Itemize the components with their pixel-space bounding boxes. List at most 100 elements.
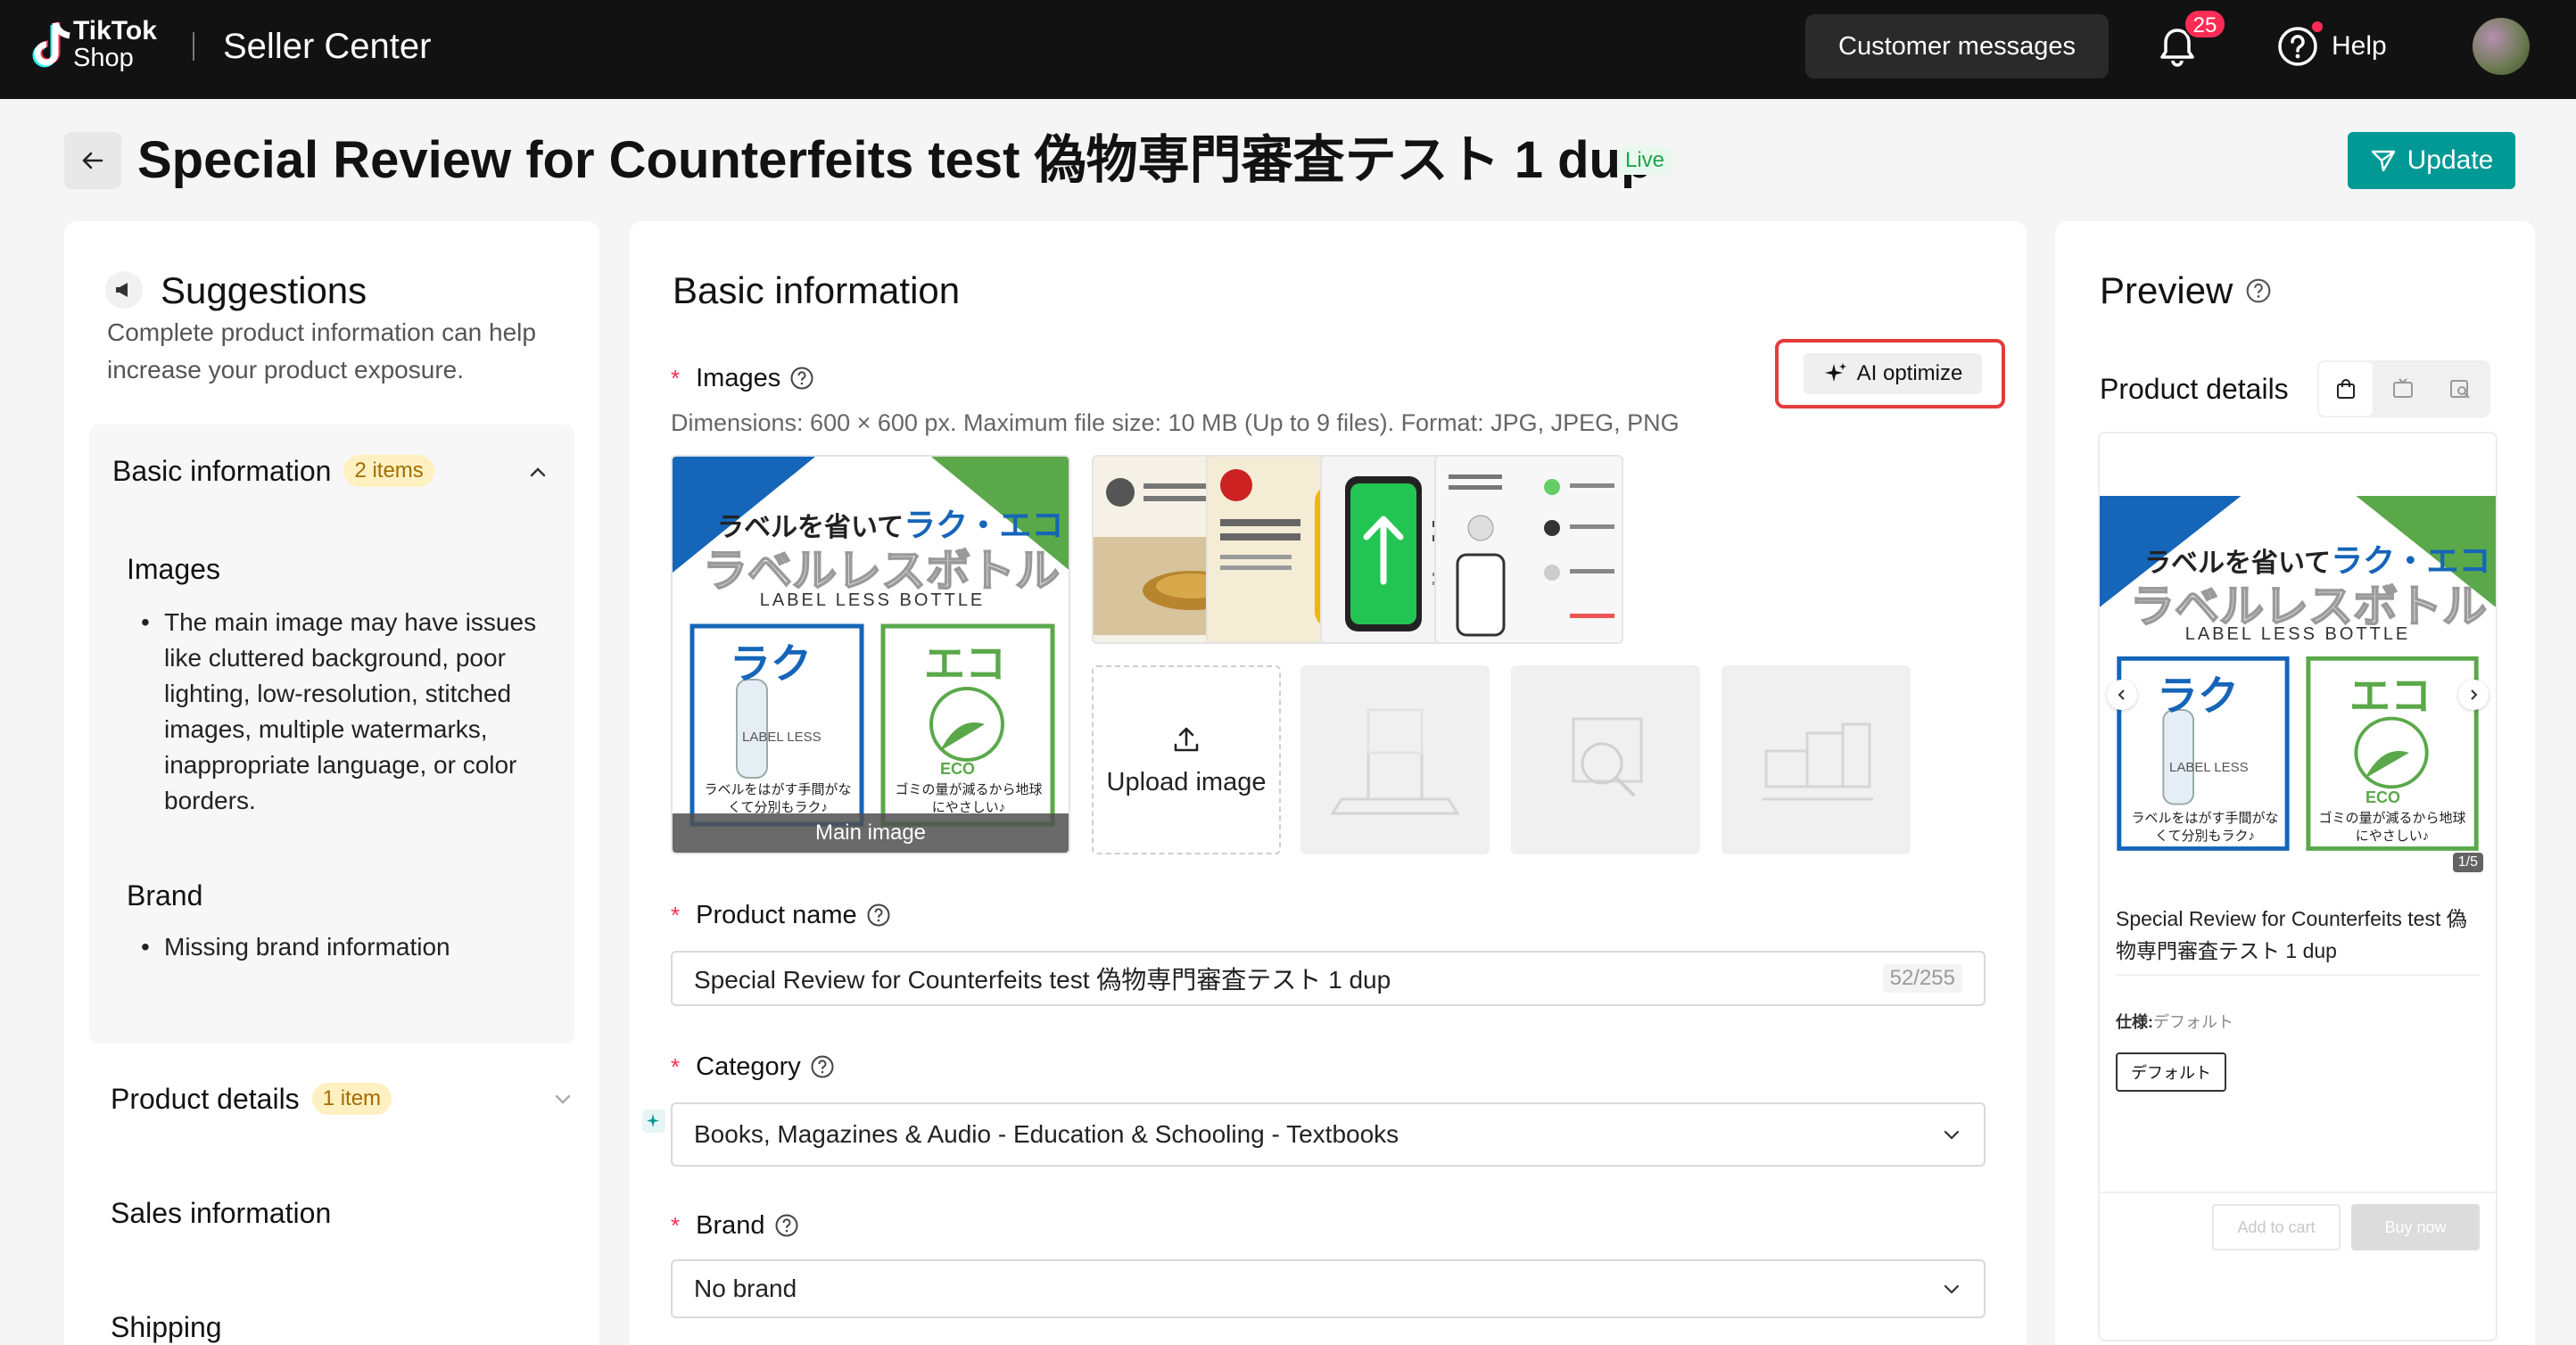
image-raku: ラク bbox=[2157, 672, 2239, 719]
category-value: Books, Magazines & Audio - Education & S… bbox=[694, 1120, 1399, 1148]
section-label: Basic information bbox=[112, 455, 332, 487]
upload-image-button[interactable]: Upload image bbox=[1092, 665, 1281, 854]
question-icon[interactable] bbox=[789, 366, 814, 391]
preview-title-text: Preview bbox=[2100, 269, 2233, 311]
update-label: Update bbox=[2407, 145, 2494, 175]
brand-label: * Brand bbox=[671, 1208, 799, 1243]
chevron-left-icon bbox=[2118, 689, 2125, 700]
ai-optimize-label: AI optimize bbox=[1856, 361, 1963, 385]
preview-main-image[interactable]: ラベルを省いてラク・エコ ラベルレスボトル LABEL LESS BOTTLE … bbox=[2100, 496, 2496, 879]
image-raku: ラク bbox=[730, 640, 812, 687]
image-en-title: LABEL LESS BOTTLE bbox=[759, 590, 986, 610]
count-badge: 1 item bbox=[311, 1083, 392, 1115]
section-sales-information[interactable]: Sales information bbox=[111, 1193, 331, 1233]
main-image[interactable]: ラベルを省いてラク・エコ ラベルレスボトル LABEL LESS BOTTLE … bbox=[671, 455, 1070, 854]
carousel-next-button[interactable] bbox=[2458, 680, 2489, 710]
divider bbox=[2116, 974, 2480, 976]
divider bbox=[2100, 1192, 2496, 1193]
help-link[interactable]: Help bbox=[2332, 27, 2387, 66]
preview-card: ラベルを省いてラク・エコ ラベルレスボトル LABEL LESS BOTTLE … bbox=[2098, 432, 2498, 1341]
count-badge: 2 items bbox=[343, 455, 434, 487]
image-eco-tag: ECO bbox=[940, 760, 976, 778]
main-image-label: Main image bbox=[673, 813, 1069, 853]
question-icon[interactable] bbox=[2245, 277, 2272, 304]
image-raku-note: ラベルをはがす手間がなくて分別もラク♪ bbox=[2131, 811, 2279, 844]
back-button[interactable] bbox=[64, 132, 121, 189]
preview-spec: 仕様:デフォルト bbox=[2116, 1010, 2233, 1033]
image-slot-placeholder-inspect[interactable] bbox=[1511, 665, 1700, 854]
inspect-placeholder-icon bbox=[1572, 717, 1643, 797]
brand-tip: Missing brand information bbox=[141, 929, 542, 965]
images-heading: Images bbox=[127, 553, 220, 585]
send-icon bbox=[2371, 150, 2395, 172]
tab-product-details[interactable] bbox=[2317, 360, 2374, 417]
basic-information-title: Basic information bbox=[673, 269, 961, 311]
preview-title: Preview bbox=[2100, 268, 2272, 314]
preview-mode-tabs bbox=[2317, 360, 2490, 417]
brand-value: No brand bbox=[694, 1275, 797, 1302]
question-icon[interactable] bbox=[866, 903, 891, 928]
header-divider bbox=[193, 32, 194, 61]
image-en-title: LABEL LESS BOTTLE bbox=[2184, 624, 2411, 644]
logo-text: TikTok Shop bbox=[73, 16, 157, 72]
chevron-down-icon bbox=[1944, 1284, 1960, 1294]
ai-sparkle-icon[interactable] bbox=[642, 1110, 665, 1133]
shopping-bag-icon bbox=[2337, 379, 2355, 399]
page-title: Special Review for Counterfeits test 偽物専… bbox=[137, 131, 1653, 189]
question-icon[interactable] bbox=[774, 1213, 799, 1238]
preview-panel: Preview Product details ラベルを省いてラク・エコ ラベル… bbox=[2055, 221, 2535, 1345]
images-tip: The main image may have issues like clut… bbox=[141, 605, 542, 819]
airtag-image bbox=[1436, 457, 1622, 642]
section-product-details[interactable]: Product details 1 item bbox=[111, 1079, 574, 1118]
buy-now-button: Buy now bbox=[2351, 1204, 2480, 1250]
tab-live[interactable] bbox=[2374, 360, 2432, 417]
required-marker: * bbox=[671, 902, 681, 928]
preview-subtitle: Product details bbox=[2100, 373, 2289, 405]
brand-select[interactable]: No brand bbox=[671, 1259, 1986, 1318]
category-label: * Category bbox=[671, 1049, 835, 1085]
help-circle-icon[interactable] bbox=[2276, 25, 2319, 68]
ai-optimize-button[interactable]: AI optimize bbox=[1804, 353, 1982, 394]
chevron-up-icon[interactable] bbox=[526, 460, 549, 483]
suggestions-description: Complete product information can help in… bbox=[107, 318, 536, 384]
section-shipping[interactable]: Shipping bbox=[111, 1308, 222, 1345]
avatar[interactable] bbox=[2473, 18, 2530, 75]
image-slot-placeholder-size[interactable] bbox=[1721, 665, 1911, 854]
sparkle-icon bbox=[1824, 363, 1846, 382]
image-eco: エコ bbox=[2349, 672, 2432, 719]
help-notification-dot bbox=[2312, 21, 2323, 32]
chevron-down-icon bbox=[1944, 1130, 1960, 1140]
image-raku-note: ラベルをはがす手間がなくて分別もラク♪ bbox=[704, 782, 852, 815]
images-hint: Dimensions: 600 × 600 px. Maximum file s… bbox=[671, 409, 1680, 436]
spec-label: 仕様: bbox=[2116, 1013, 2153, 1031]
megaphone-icon bbox=[105, 271, 143, 309]
tab-search[interactable] bbox=[2432, 360, 2489, 417]
chevron-right-icon bbox=[2471, 689, 2478, 700]
images-label: * Images bbox=[671, 360, 814, 396]
section-basic-information[interactable]: Basic information 2 items bbox=[112, 451, 434, 491]
search-page-icon bbox=[2450, 380, 2470, 399]
customer-messages-button[interactable]: Customer messages bbox=[1805, 14, 2109, 78]
size-placeholder-icon bbox=[1763, 722, 1873, 801]
image-eco: エコ bbox=[924, 640, 1006, 687]
status-badge: Live bbox=[1618, 146, 1672, 175]
image-thumbnail-airtag[interactable] bbox=[1434, 455, 1623, 644]
update-button[interactable]: Update bbox=[2348, 132, 2515, 189]
variant-chip[interactable]: デフォルト bbox=[2116, 1052, 2226, 1092]
suggestion-basic-information: Basic information 2 items Images The mai… bbox=[89, 425, 574, 1044]
upload-label: Upload image bbox=[1106, 767, 1267, 796]
question-icon[interactable] bbox=[810, 1054, 835, 1079]
brand-label-text: Brand bbox=[696, 1211, 765, 1240]
image-slot-placeholder-box[interactable] bbox=[1300, 665, 1490, 854]
suggestions-title: Suggestions bbox=[161, 269, 367, 311]
product-name-input[interactable]: Special Review for Counterfeits test 偽物専… bbox=[671, 951, 1986, 1006]
image-label-less: LABEL LESS bbox=[742, 730, 822, 745]
arrow-left-icon bbox=[82, 152, 103, 169]
category-label-text: Category bbox=[696, 1052, 801, 1081]
brand-heading: Brand bbox=[127, 879, 203, 912]
category-select[interactable]: Books, Magazines & Audio - Education & S… bbox=[671, 1102, 1986, 1167]
preview-product-name: Special Review for Counterfeits test 偽物専… bbox=[2116, 907, 2467, 962]
add-to-cart-button: Add to cart bbox=[2212, 1204, 2341, 1250]
carousel-prev-button[interactable] bbox=[2107, 680, 2137, 710]
live-icon bbox=[2393, 378, 2413, 398]
